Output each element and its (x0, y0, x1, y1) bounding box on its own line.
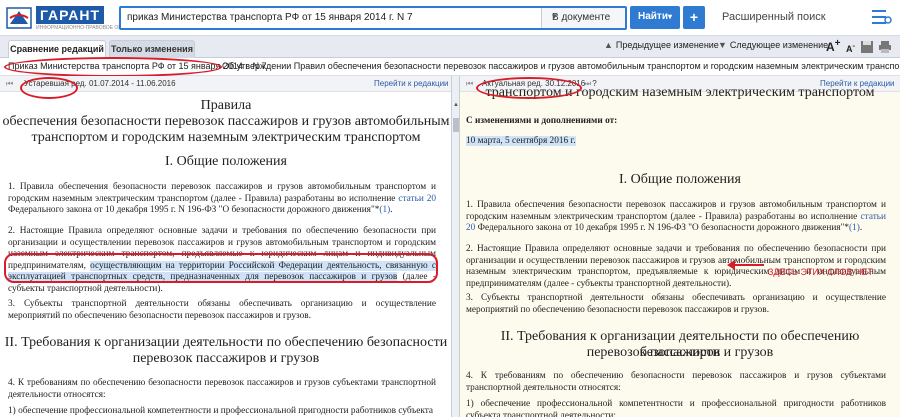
paragraph-1-text-b: Федерального закона от 10 декабря 1995 г… (8, 205, 380, 216)
scrollbar-thumb[interactable] (453, 118, 459, 132)
find-button[interactable]: Найти ▾ (630, 6, 680, 29)
paragraph-4-1: 1) обеспечение профессиональной компетен… (466, 399, 886, 417)
font-increase-button[interactable]: A+ (826, 38, 841, 54)
article-20-link[interactable]: статьи 20 (398, 194, 436, 204)
font-decrease-button[interactable]: A- (846, 41, 855, 54)
paragraph-1-text-c: . (390, 205, 393, 216)
footnote-1-link[interactable]: (1) (379, 205, 390, 215)
doc-title-line2: обеспечения безопасности перевозок пасса… (2, 114, 450, 129)
garant-logo[interactable]: ГАРАНТ ИНФОРМАЦИОННО-ПРАВОВОЕ ОБЕСПЕЧЕНИ… (6, 4, 153, 32)
search-input[interactable]: приказ Министерства транспорта РФ от 15 … (119, 6, 627, 30)
next-change-button[interactable]: ▼ Следующее изменение (718, 40, 828, 50)
paragraph-4: 4. К требованиям по обеспечению безопасн… (466, 371, 886, 393)
goto-version-link-left[interactable]: Перейти к редакции (374, 79, 449, 88)
first-version-icon[interactable]: ⏮ (6, 79, 13, 89)
font-increase-label: A (826, 40, 835, 54)
annotation-oval-old-version (20, 77, 78, 99)
find-button-label: Найти (638, 11, 668, 22)
doc-title-line1: Правила (200, 98, 252, 113)
paragraph-4: 4. К требованиям по обеспечению безопасн… (8, 378, 436, 400)
annotation-box-removed-text (4, 253, 438, 283)
section-heading-2-line2: перевозок пассажиров и грузов (132, 351, 320, 366)
section-heading-1: I. Общие положения (165, 154, 287, 169)
tab-compare-versions[interactable]: Сравнение редакций (8, 40, 106, 58)
arrow-up-icon: ▲ (604, 40, 613, 50)
view-tabs-bar: Сравнение редакций Только изменения ▲ Пре… (0, 36, 900, 58)
prev-change-label: Предыдущее изменение (615, 40, 719, 50)
old-version-panel: ⏮ Устаревшая ред. 01.07.2014 - 11.06.201… (0, 76, 452, 417)
paragraph-3: 3. Субъекты транспортной деятельности об… (466, 293, 886, 315)
changes-dates: 10 марта, 5 сентября 2016 г. (466, 136, 886, 148)
add-query-button[interactable]: + (683, 6, 705, 29)
changes-label: С изменениями и дополнениями от: (466, 116, 618, 126)
changes-dates-highlight[interactable]: 10 марта, 5 сентября 2016 г. (466, 136, 576, 146)
paragraph-1-text-c: . (859, 223, 863, 234)
paragraph-1-text-a: 1. Правила обеспечения безопасности пере… (466, 200, 886, 222)
advanced-search-link[interactable]: Расширенный поиск (722, 11, 826, 23)
section-heading-2-line1: II. Требования к организации деятельност… (4, 335, 448, 350)
paragraph-1: 1. Правила обеспечения безопасности пере… (466, 200, 886, 235)
doc-title-line3: транспортом и городским наземным электри… (31, 130, 421, 145)
next-change-label: Следующее изменение (729, 40, 829, 50)
chevron-down-icon: ▾ (668, 12, 673, 21)
prev-change-button[interactable]: ▲ Предыдущее изменение (604, 40, 719, 50)
section-heading-2-line2: перевозок пассажиров и грузов (586, 345, 774, 360)
footnote-1-link[interactable]: (1) (849, 223, 860, 233)
paragraph-1-text-a: 1. Правила обеспечения безопасности пере… (8, 182, 436, 204)
menu-icon[interactable] (870, 7, 892, 27)
tab-changes-only[interactable]: Только изменения (109, 40, 195, 58)
paragraph-4-1: 1) обеспечение профессиональной компетен… (8, 406, 434, 416)
garant-logo-icon (6, 7, 32, 29)
logo-wordmark: ГАРАНТ (36, 6, 105, 24)
arrow-down-icon: ▼ (718, 40, 727, 50)
left-scrollbar[interactable]: ▲ (452, 76, 460, 417)
paragraph-1: 1. Правила обеспечения безопасности пере… (8, 182, 436, 217)
paragraph-1-text-b: Федерального закона от 10 декабря 1995 г… (475, 223, 850, 234)
annotation-note: ЗДЕСЬ ЭТИХ СЛОВ НЕТ (768, 267, 873, 277)
paragraph-3: 3. Субъекты транспортной деятельности об… (8, 299, 436, 321)
current-version-panel: ⏮ Актуальная ред. 30.12.2016 - ? ⏭ Перей… (460, 76, 900, 417)
print-icon[interactable] (878, 40, 892, 54)
annotation-arrow (727, 260, 764, 270)
section-heading-1: I. Общие положения (619, 172, 741, 187)
search-query-text: приказ Министерства транспорта РФ от 15 … (127, 12, 413, 23)
scroll-up-icon[interactable]: ▲ (453, 102, 459, 112)
search-scope-select[interactable]: В документе ▾ (541, 8, 625, 28)
document-tools: ▲ Предыдущее изменение ▼ Следующее изменен… (594, 38, 894, 56)
save-icon[interactable] (860, 40, 874, 54)
breadcrumb-title: Об утверждении Правил обеспечения безопа… (222, 61, 900, 71)
annotation-oval-current-version (476, 77, 582, 99)
top-toolbar: ГАРАНТ ИНФОРМАЦИОННО-ПРАВОВОЕ ОБЕСПЕЧЕНИ… (0, 0, 900, 36)
annotation-oval-breadcrumb (4, 57, 222, 77)
chevron-down-icon: ▾ (552, 11, 557, 21)
